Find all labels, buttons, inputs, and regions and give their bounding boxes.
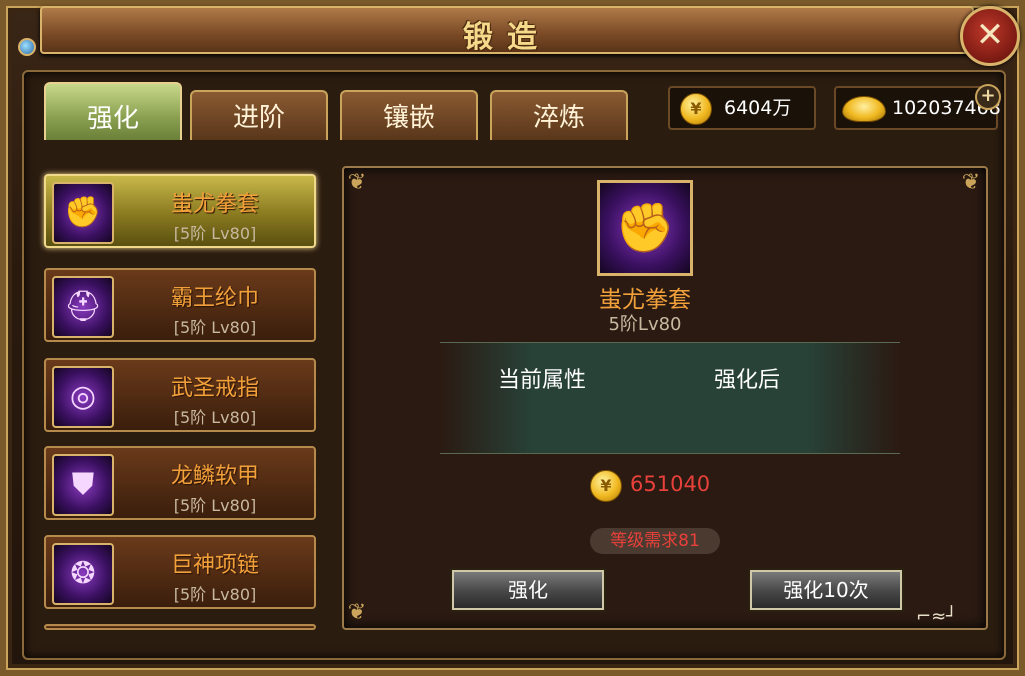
equipment-level: [5阶 Lv80]: [173, 585, 257, 604]
gold-amount: 6404万: [724, 97, 792, 119]
enhance-cost: 651040: [630, 472, 711, 496]
equipment-item-partial[interactable]: [44, 624, 316, 630]
after-enhance-label: 强化后: [714, 368, 781, 393]
level-requirement-badge: 等级需求81: [590, 528, 720, 554]
tab-advance[interactable]: 进阶: [190, 90, 328, 140]
current-attributes-label: 当前属性: [498, 368, 587, 393]
tab-enhance[interactable]: 强化: [44, 82, 182, 140]
enhance-button[interactable]: 强化: [452, 570, 604, 610]
equipment-level: [5阶 Lv80]: [173, 496, 257, 515]
ring-icon: ◎: [52, 366, 114, 428]
gold-currency: ¥ 6404万: [668, 86, 816, 130]
necklace-icon: ❂: [52, 543, 114, 605]
window-title: 锻造: [463, 20, 551, 55]
gold-coin-icon: ¥: [680, 93, 712, 125]
bottom-right-ornament-icon: ⌐≈┘: [916, 606, 958, 627]
corner-ornament-icon: ❦: [347, 170, 367, 195]
equipment-level: [5阶 Lv80]: [173, 408, 257, 427]
equipment-name: 龙鳞软甲: [170, 464, 259, 489]
gold-coin-icon: ¥: [590, 470, 622, 502]
equipment-level: [5阶 Lv80]: [173, 318, 257, 337]
equipment-item[interactable]: ⛑ 霸王纶巾 [5阶 Lv80]: [44, 268, 316, 342]
equipment-name: 武圣戒指: [170, 376, 259, 401]
equipment-item[interactable]: ⛊ 龙鳞软甲 [5阶 Lv80]: [44, 446, 316, 520]
close-button[interactable]: ✕: [960, 6, 1020, 66]
tab-inlay[interactable]: 镶嵌: [340, 90, 478, 140]
equipment-level: [5阶 Lv80]: [173, 224, 257, 243]
helmet-icon: ⛑: [52, 276, 114, 338]
tab-refine[interactable]: 淬炼: [490, 90, 628, 140]
selected-item-name: 蚩尤拳套: [599, 287, 691, 313]
equipment-name: 巨神项链: [170, 553, 259, 578]
corner-ornament-icon: ❦: [961, 170, 981, 195]
add-currency-button[interactable]: +: [975, 84, 1001, 110]
selected-item-level: 5阶Lv80: [608, 314, 682, 335]
gold-ingot-icon: [842, 96, 886, 122]
corner-gem-icon: [18, 38, 36, 56]
equipment-item[interactable]: ✊ 蚩尤拳套 [5阶 Lv80]: [44, 174, 316, 248]
equipment-item[interactable]: ◎ 武圣戒指 [5阶 Lv80]: [44, 358, 316, 432]
enhance-10-times-button[interactable]: 强化10次: [750, 570, 902, 610]
equipment-name: 蚩尤拳套: [170, 192, 259, 217]
selected-gauntlet-icon: ✊: [597, 180, 693, 276]
equipment-name: 霸王纶巾: [170, 286, 259, 311]
corner-ornament-icon: ❦: [347, 600, 367, 625]
attribute-band: [440, 342, 900, 454]
title-bar: 锻造: [40, 6, 974, 55]
gauntlet-icon: ✊: [52, 182, 114, 244]
armor-icon: ⛊: [52, 454, 114, 516]
ingot-currency: 102037468: [834, 86, 1001, 130]
equipment-item[interactable]: ❂ 巨神项链 [5阶 Lv80]: [44, 535, 316, 609]
